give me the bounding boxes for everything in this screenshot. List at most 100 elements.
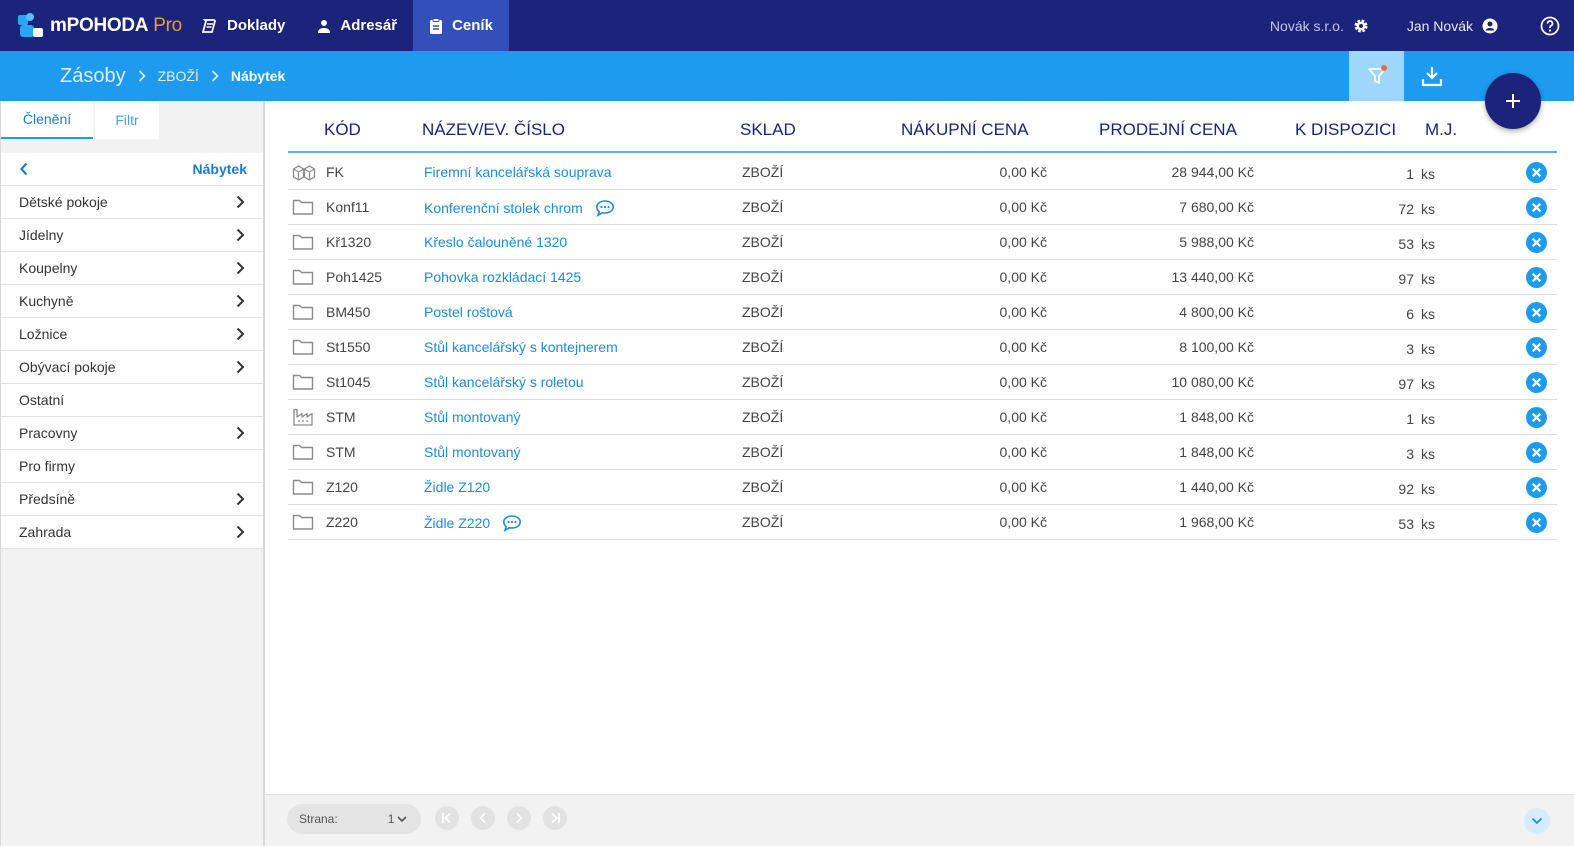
category-label: Dětské pokoje [19, 194, 108, 210]
item-name-link[interactable]: Stůl montovaný [424, 444, 521, 460]
item-name-link[interactable]: Židle Z120 [424, 479, 490, 495]
table-row[interactable]: Kř1320 Křeslo čalouněné 1320 ZBOŽÍ 0,00 Kč 5… [288, 225, 1557, 260]
user-menu[interactable]: Jan Novák [1407, 18, 1498, 34]
sidebar-category-item[interactable]: Pracovny [1, 417, 263, 450]
last-page-button[interactable] [543, 806, 567, 830]
add-item-button[interactable] [1485, 73, 1541, 129]
gear-icon [1354, 19, 1368, 32]
item-code: Kř1320 [326, 234, 372, 250]
sidebar-category-item[interactable]: Koupelny [1, 252, 263, 285]
table-row[interactable]: Konf11 Konferenční stolek chrom ZBOŽÍ 0,00 … [288, 190, 1557, 225]
sidebar-category-item[interactable]: Kuchyně [1, 285, 263, 318]
sidebar-category-item[interactable]: Obývací pokoje [1, 351, 263, 384]
item-name-link[interactable]: Židle Z220 [424, 514, 522, 532]
column-header-name[interactable]: NÁZEV/EV. ČÍSLO [422, 120, 565, 140]
page-select[interactable]: Strana: 1 [287, 804, 421, 834]
note-icon[interactable] [589, 199, 615, 217]
item-name-link[interactable]: Postel roštová [424, 304, 513, 320]
table-row[interactable]: St1045 Stůl kancelářský s roletou ZBOŽÍ 0,0… [288, 365, 1557, 400]
sidebar-category-item[interactable]: Pro firmy [1, 450, 263, 483]
remove-icon[interactable] [1526, 162, 1547, 186]
item-name-link[interactable]: Stůl montovaný [424, 409, 521, 425]
first-page-button[interactable] [435, 806, 459, 830]
sidebar-category-item[interactable]: Jídelny [1, 219, 263, 252]
remove-icon[interactable] [1526, 442, 1547, 466]
category-back[interactable]: Nábytek [1, 153, 263, 186]
item-name-link[interactable]: Pohovka rozkládací 1425 [424, 269, 581, 285]
item-name-link[interactable]: Firemní kancelářská souprava [424, 164, 612, 180]
remove-icon[interactable] [1526, 512, 1547, 536]
nav-tab-label: Ceník [452, 17, 493, 34]
item-name-link[interactable]: Křeslo čalouněné 1320 [424, 234, 567, 250]
help-button[interactable] [1540, 16, 1560, 36]
previous-page-button[interactable] [471, 806, 495, 830]
nav-tab-cenik[interactable]: Ceník [413, 0, 509, 51]
table-row[interactable]: Z120 Židle Z120 ZBOŽÍ 0,00 Kč 1 440,00 Kč 92 k… [288, 470, 1557, 505]
item-name-link[interactable]: Stůl kancelářský s kontejnerem [424, 339, 618, 355]
item-sell-price: 28 944,00 Kč [1171, 164, 1254, 180]
chevron-right-icon [236, 294, 245, 308]
table-row[interactable]: STM Stůl montovaný ZBOŽÍ 0,00 Kč 1 848,00 Kč… [288, 400, 1557, 435]
sidebar-category-item[interactable]: Ložnice [1, 318, 263, 351]
company-switcher[interactable]: Novák s.r.o. [1270, 18, 1369, 34]
item-name-link[interactable]: Stůl kancelářský s roletou [424, 374, 584, 390]
remove-icon[interactable] [1526, 372, 1547, 396]
nav-tab-adresar[interactable]: Adresář [301, 0, 413, 51]
remove-icon[interactable] [1526, 197, 1547, 221]
chevron-right-icon [211, 70, 219, 82]
nav-tab-doklady[interactable]: Doklady [186, 0, 301, 51]
tab-cleneni[interactable]: Členění [1, 101, 93, 139]
sidebar-category-item[interactable]: Předsíně [1, 483, 263, 516]
item-quantity: 3 [1406, 446, 1414, 462]
item-unit: ks [1421, 481, 1435, 497]
item-code: Poh1425 [326, 269, 383, 285]
folder-icon [292, 233, 314, 254]
column-header-sell-price[interactable]: PRODEJNÍ CENA [1099, 120, 1237, 140]
filter-button[interactable] [1349, 51, 1404, 101]
breadcrumb-middle[interactable]: ZBOŽÍ [158, 68, 199, 84]
column-header-buy-price[interactable]: NÁKUPNÍ CENA [901, 120, 1029, 140]
item-name: Firemní kancelářská souprava [424, 164, 612, 180]
table-row[interactable]: St1550 Stůl kancelářský s kontejnerem ZBOŽ… [288, 330, 1557, 365]
remove-icon[interactable] [1526, 407, 1547, 431]
table-row[interactable]: BM450 Postel roštová ZBOŽÍ 0,00 Kč 4 800,00 … [288, 295, 1557, 330]
app-name: mPOHODA Pro [50, 14, 182, 36]
column-header-code[interactable]: KÓD [324, 120, 361, 140]
breadcrumb-root[interactable]: Zásoby [60, 65, 126, 88]
remove-icon[interactable] [1526, 302, 1547, 326]
collapse-footer-button[interactable] [1524, 808, 1550, 834]
item-quantity: 72 [1398, 201, 1414, 217]
sidebar-category-item[interactable]: Zahrada [1, 516, 263, 549]
remove-icon[interactable] [1526, 477, 1547, 501]
table-row[interactable]: FK Firemní kancelářská souprava ZBOŽÍ 0,00 … [288, 155, 1557, 190]
item-store: ZBOŽÍ [742, 304, 784, 320]
folder-icon [292, 443, 314, 464]
remove-icon[interactable] [1526, 232, 1547, 256]
app-logo[interactable]: mPOHODA Pro [0, 0, 186, 51]
item-name: Židle Z220 [424, 515, 491, 531]
tab-filtr[interactable]: Filtr [95, 101, 159, 139]
export-button[interactable] [1404, 51, 1459, 101]
table-row[interactable]: Poh1425 Pohovka rozkládací 1425 ZBOŽÍ 0,00 … [288, 260, 1557, 295]
table-row[interactable]: STM Stůl montovaný ZBOŽÍ 0,00 Kč 1 848,00 Kč… [288, 435, 1557, 470]
item-store: ZBOŽÍ [742, 514, 784, 530]
next-page-button[interactable] [507, 806, 531, 830]
note-icon[interactable] [496, 514, 522, 532]
column-header-unit[interactable]: M.J. [1425, 120, 1457, 140]
table-row[interactable]: Z220 Židle Z220 ZBOŽÍ 0,00 Kč 1 968,00 Kč 53 k… [288, 505, 1557, 540]
chevron-right-icon [236, 492, 245, 506]
column-header-available[interactable]: K DISPOZICI [1295, 120, 1396, 140]
item-quantity: 97 [1398, 271, 1414, 287]
item-code: Konf11 [326, 199, 370, 215]
chevron-right-icon [236, 426, 245, 440]
remove-icon[interactable] [1526, 267, 1547, 291]
sidebar-category-item[interactable]: Ostatní [1, 384, 263, 417]
sidebar-category-item[interactable]: Dětské pokoje [1, 186, 263, 219]
item-code: Z120 [326, 479, 358, 495]
chevron-right-icon [236, 228, 245, 242]
item-name-link[interactable]: Konferenční stolek chrom [424, 199, 615, 217]
item-name: Stůl kancelářský s kontejnerem [424, 339, 618, 355]
remove-icon[interactable] [1526, 337, 1547, 361]
item-buy-price: 0,00 Kč [999, 409, 1047, 425]
column-header-store[interactable]: SKLAD [740, 120, 796, 140]
